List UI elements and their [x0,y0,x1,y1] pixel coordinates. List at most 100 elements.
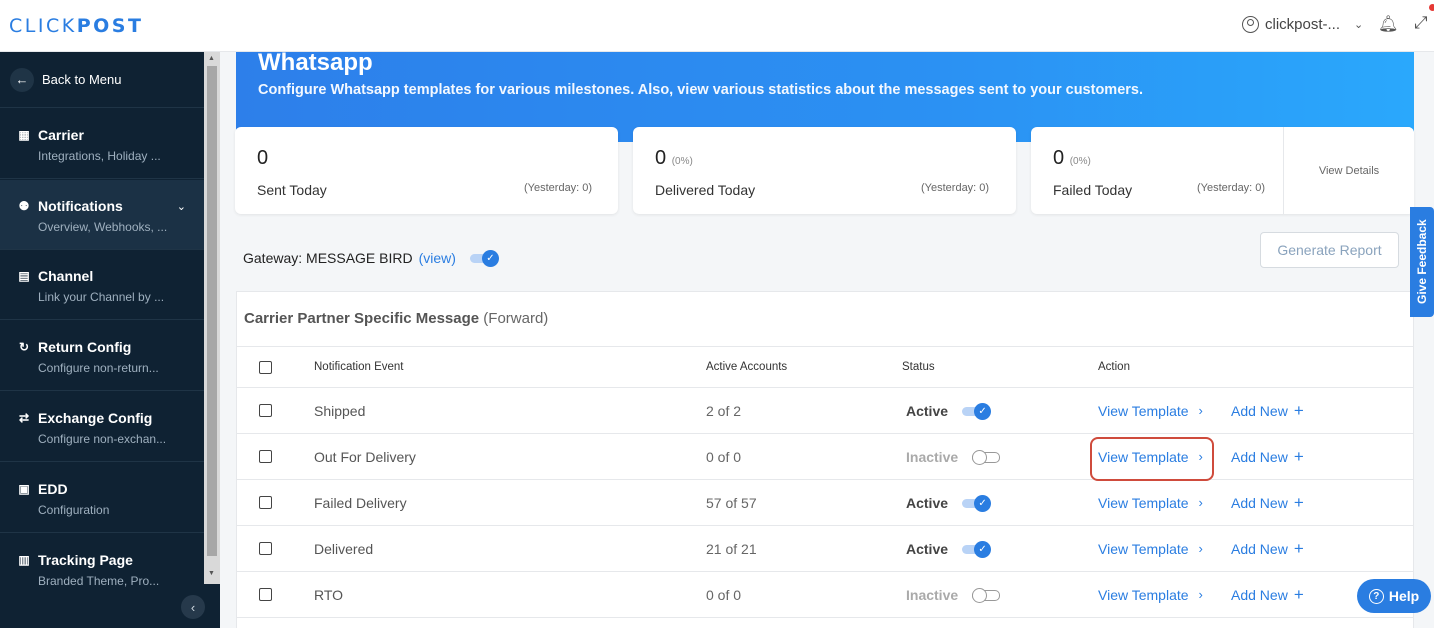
sidebar-item-channel[interactable]: ▤ Channel Link your Channel by ... [0,250,204,320]
add-new-link[interactable]: Add New + [1231,493,1304,513]
failed-yesterday: (Yesterday: 0) [1197,182,1266,194]
sidebar-item-notifications[interactable]: ⚉ Notifications Overview, Webhooks, ... ⌄ [0,180,204,250]
scrollbar-thumb[interactable] [207,66,217,556]
plus-icon: + [1293,446,1304,466]
add-new-link[interactable]: Add New + [1231,401,1304,421]
view-template-link[interactable]: View Template › [1098,495,1203,511]
status-label: Inactive [906,448,959,465]
chevron-down-icon: ⌄ [1354,19,1364,31]
add-new-link[interactable]: Add New + [1231,447,1304,467]
bell-icon[interactable]: 🔔︎ [1378,14,1398,34]
row-checkbox[interactable] [259,588,272,601]
event-name: Failed Delivery [314,494,407,511]
sidebar-item-title: Return Config [38,339,132,355]
chevron-right-icon: › [1198,495,1203,510]
view-template-link[interactable]: View Template › [1098,541,1203,557]
status-toggle[interactable]: ✓ [962,402,992,420]
carrier-partner-message-panel: Carrier Partner Specific Message (Forwar… [236,291,1414,628]
gateway-label: Gateway: [243,250,303,266]
check-icon: ✓ [481,250,499,267]
row-checkbox[interactable] [259,450,272,463]
sidebar-item-subtitle: Configure non-exchan... [38,432,167,446]
add-new-link[interactable]: Add New + [1231,539,1304,559]
sidebar-item-subtitle: Configure non-return... [38,361,159,375]
help-button[interactable]: ? Help [1357,579,1431,613]
sidebar-item-tracking-page[interactable]: ▥ Tracking Page Branded Theme, Pro... [0,534,204,604]
sidebar-item-return-config[interactable]: ↻ Return Config Configure non-return... [0,321,204,391]
chevron-down-icon: ⌄ [176,201,186,213]
column-active-accounts: Active Accounts [706,361,788,373]
tracking-icon: ▥ [18,553,30,567]
collapse-sidebar-button[interactable]: ‹ [181,595,205,619]
panel-title-text: Carrier Partner Specific Message [244,310,480,327]
sidebar: ← Back to Menu ▦ Carrier Integrations, Ho… [0,52,220,628]
row-checkbox[interactable] [259,542,272,555]
logo-text-bold: POST [76,15,144,37]
generate-report-button[interactable]: Generate Report [1260,232,1399,268]
sidebar-item-subtitle: Integrations, Holiday ... [38,149,161,163]
delivered-count: 0 (0%) [655,147,693,170]
sent-yesterday: (Yesterday: 0) [524,182,593,194]
column-status: Status [902,361,935,373]
top-bar: CLICKPOST clickpost-... ⌄ 🔔︎ ⤢ [0,0,1434,52]
sent-count: 0 [257,147,269,169]
row-checkbox[interactable] [259,496,272,509]
delivered-today-card: 0 (0%) Delivered Today (Yesterday: 0) [633,127,1016,214]
sidebar-item-title: EDD [38,481,68,497]
plus-icon: + [1293,584,1304,604]
status-toggle[interactable]: ✓ [962,540,992,558]
scroll-down-icon[interactable]: ▼ [208,570,215,577]
view-template-link[interactable]: View Template › [1098,587,1203,603]
row-checkbox[interactable] [259,404,272,417]
sidebar-item-subtitle: Link your Channel by ... [38,290,165,304]
scroll-up-icon[interactable]: ▲ [208,55,215,62]
active-accounts: 57 of 57 [706,494,757,511]
expand-icon[interactable]: ⤢ [1414,13,1428,33]
bell-icon: ⚉ [18,199,30,213]
failed-percent: (0%) [1069,156,1091,167]
sent-today-card: 0 Sent Today (Yesterday: 0) [235,127,618,214]
add-new-label: Add New [1231,540,1288,557]
status-toggle[interactable] [972,587,1002,603]
view-template-label: View Template [1098,540,1189,557]
table-row: Shipped 2 of 2 Active ✓ View Template › Ad… [237,388,1413,434]
sidebar-item-edd[interactable]: ▣ EDD Configuration [0,463,204,533]
status-toggle[interactable] [972,449,1002,465]
page-title: Whatsapp [258,49,373,76]
delivered-value: 0 [655,147,667,169]
gateway-toggle[interactable]: ✓ [469,250,500,267]
add-new-link[interactable]: Add New + [1231,585,1304,605]
active-accounts: 21 of 21 [706,540,757,557]
status-label: Inactive [906,586,959,603]
store-icon: ▤ [18,269,30,283]
give-feedback-tab[interactable]: Give Feedback [1410,207,1434,317]
column-action: Action [1098,361,1130,373]
gateway-view-link[interactable]: (view) [419,250,456,266]
view-template-label: View Template [1098,494,1189,511]
clickpost-logo[interactable]: CLICKPOST [9,15,143,37]
return-icon: ↻ [18,340,30,354]
add-new-label: Add New [1231,402,1288,419]
sidebar-item-title: Notifications [38,198,123,214]
sidebar-item-exchange-config[interactable]: ⇄ Exchange Config Configure non-exchan... [0,392,204,462]
table-row: Delivered 21 of 21 Active ✓ View Template… [237,526,1413,572]
user-name: clickpost-... [1265,16,1341,33]
status-toggle[interactable]: ✓ [962,494,992,512]
sidebar-item-carrier[interactable]: ▦ Carrier Integrations, Holiday ... [0,109,204,179]
sidebar-item-subtitle: Branded Theme, Pro... [38,574,160,588]
delivered-percent: (0%) [671,156,693,167]
delivered-yesterday: (Yesterday: 0) [921,182,990,194]
user-menu[interactable]: clickpost-... ⌄ [1242,16,1363,33]
back-to-menu-button[interactable]: ← Back to Menu [0,52,204,108]
sidebar-scrollbar[interactable]: ▲ ▼ [204,52,220,584]
chevron-right-icon: › [1198,541,1203,556]
help-label: Help [1388,588,1420,604]
sidebar-item-title: Exchange Config [38,410,153,426]
add-new-label: Add New [1231,586,1288,603]
view-details-link[interactable]: View Details [1283,127,1414,214]
column-notification-event: Notification Event [314,361,404,373]
select-all-checkbox[interactable] [259,360,272,374]
delivered-label: Delivered Today [655,182,756,198]
view-template-link[interactable]: View Template › [1098,403,1203,419]
sent-label: Sent Today [257,182,327,198]
